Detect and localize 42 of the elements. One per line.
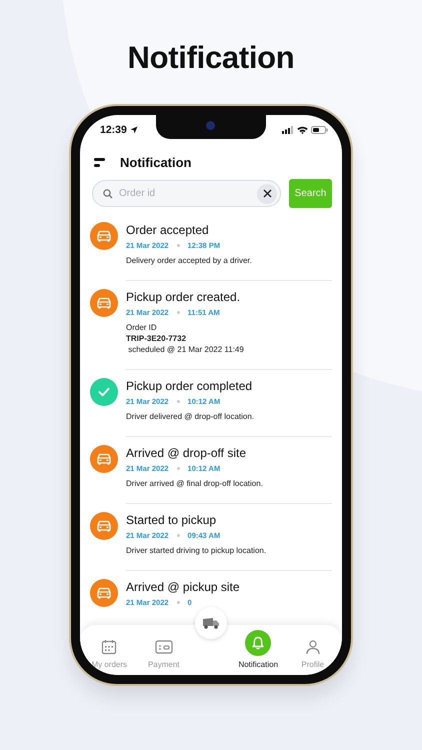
bell-icon bbox=[245, 630, 272, 656]
notification-text: scheduled @ 21 Mar 2022 11:49 bbox=[127, 344, 245, 355]
notification-text: Delivery order accepted by a driver. bbox=[126, 255, 253, 266]
car-icon bbox=[90, 579, 118, 607]
truck-icon bbox=[202, 617, 220, 629]
car-icon bbox=[90, 445, 118, 473]
tab[interactable]: Notification bbox=[231, 630, 286, 669]
car-icon bbox=[90, 289, 118, 317]
check-icon bbox=[90, 378, 118, 406]
notification-title: Order accepted bbox=[126, 223, 210, 237]
truck-button[interactable] bbox=[195, 607, 227, 639]
notification-text: TRIP-3E20-7732 bbox=[126, 333, 188, 344]
screen-title: Notification bbox=[120, 154, 192, 170]
clear-button[interactable] bbox=[257, 184, 277, 204]
card-icon bbox=[154, 638, 173, 656]
search-field[interactable]: Order id bbox=[92, 180, 281, 207]
status-time: 12:39 bbox=[100, 124, 127, 136]
search-icon bbox=[103, 188, 113, 198]
menu-icon[interactable] bbox=[94, 158, 106, 166]
signal-icon bbox=[282, 126, 294, 134]
notification-text: Order ID bbox=[126, 322, 158, 333]
notification-title: Started to pickup bbox=[126, 513, 218, 527]
person-icon bbox=[304, 638, 321, 656]
car-icon bbox=[90, 512, 118, 540]
tab[interactable]: Profile bbox=[286, 638, 340, 669]
search-input[interactable]: Order id bbox=[119, 188, 251, 199]
notification-text: Driver started driving to pickup location. bbox=[126, 545, 268, 556]
location-icon bbox=[130, 126, 138, 134]
notification-title: Arrived @ pickup site bbox=[126, 580, 241, 594]
battery-icon bbox=[311, 126, 328, 134]
search-button[interactable]: Search bbox=[289, 179, 332, 208]
notification-title: Pickup order created. bbox=[126, 290, 242, 304]
notification-title: Pickup order completed bbox=[126, 379, 254, 393]
notification-title: Arrived @ drop-off site bbox=[126, 446, 248, 460]
calendar-icon bbox=[101, 638, 118, 656]
close-icon bbox=[262, 189, 272, 198]
notification-text: Driver delivered @ drop-off location. bbox=[126, 411, 256, 422]
page-heading: Notification bbox=[128, 40, 294, 76]
car-icon bbox=[90, 222, 118, 250]
notification-text: Driver arrived @ final drop-off location. bbox=[126, 478, 264, 489]
tab[interactable]: Payment bbox=[136, 638, 191, 669]
wifi-icon bbox=[297, 126, 308, 134]
